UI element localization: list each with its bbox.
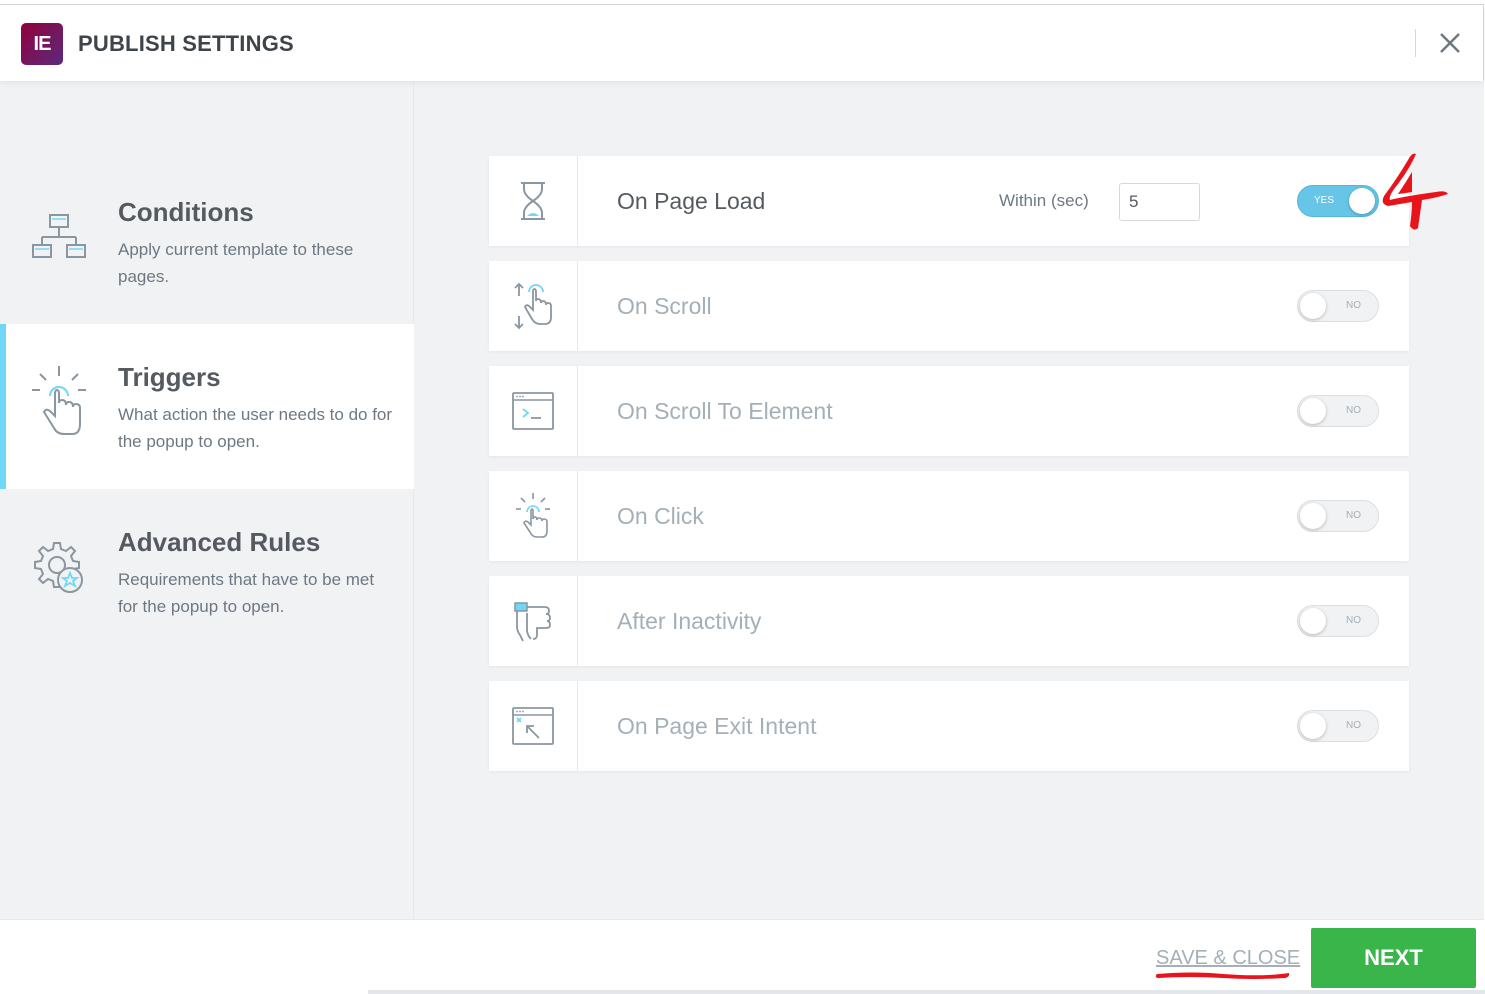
sidebar-item-description: Apply current template to these pages. xyxy=(118,240,354,286)
tap-hand-icon xyxy=(32,366,86,435)
toggle-knob xyxy=(1349,188,1375,214)
toggle-state-label: YES xyxy=(1314,195,1335,206)
toggle-state-label: NO xyxy=(1346,615,1361,626)
trigger-icon-box xyxy=(489,261,578,351)
trigger-row-on-page-load: On Page Load Within (sec) YES xyxy=(489,156,1409,246)
triggers-panel: On Page Load Within (sec) YES On Scr xyxy=(414,81,1484,919)
trigger-toggle-on-page-load[interactable]: YES xyxy=(1297,185,1379,217)
sidebar-item-advanced-rules[interactable]: Advanced Rules Requirements that have to… xyxy=(0,489,414,654)
toggle-state-label: NO xyxy=(1346,300,1361,311)
next-button[interactable]: NEXT xyxy=(1311,928,1476,988)
annotation-underline-mark xyxy=(1155,972,1290,979)
toggle-state-label: NO xyxy=(1346,720,1361,731)
trigger-icon-box xyxy=(489,681,578,771)
sidebar-item-title: Advanced Rules xyxy=(118,527,321,557)
sidebar-item-conditions[interactable]: Conditions Apply current template to the… xyxy=(0,159,414,324)
idle-hand-icon xyxy=(514,602,551,642)
within-seconds-input[interactable] xyxy=(1119,183,1200,221)
toggle-knob xyxy=(1300,293,1326,319)
logo-glyph: IE xyxy=(33,32,52,55)
sidebar-item-title: Conditions xyxy=(118,197,254,227)
trigger-row-on-click: On Click NO xyxy=(489,471,1409,561)
gear-star-icon xyxy=(34,542,83,593)
trigger-row-after-inactivity: After Inactivity NO xyxy=(489,576,1409,666)
trigger-icon-box xyxy=(489,576,578,666)
trigger-toggle-on-page-exit-intent[interactable]: NO xyxy=(1297,710,1379,742)
publish-settings-modal: IE PUBLISH SETTINGS Conditions Apply cur… xyxy=(0,4,1484,993)
trigger-icon-box xyxy=(489,366,578,456)
annotation-number-mark xyxy=(1382,153,1448,230)
trigger-row-on-page-exit-intent: On Page Exit Intent NO xyxy=(489,681,1409,771)
trigger-row-on-scroll: On Scroll NO xyxy=(489,261,1409,351)
toggle-state-label: NO xyxy=(1346,405,1361,416)
active-indicator xyxy=(0,324,6,489)
sidebar-item-title: Triggers xyxy=(118,362,221,392)
trigger-toggle-after-inactivity[interactable]: NO xyxy=(1297,605,1379,637)
trigger-label: On Scroll xyxy=(617,293,712,319)
sidebar-item-description: What action the user needs to do for the… xyxy=(118,405,393,451)
click-hand-icon xyxy=(516,493,550,538)
trigger-toggle-on-scroll-to-element[interactable]: NO xyxy=(1297,395,1379,427)
scroll-hand-icon xyxy=(514,282,552,330)
close-icon xyxy=(1440,33,1460,53)
terminal-window-icon xyxy=(512,392,554,430)
trigger-label: On Scroll To Element xyxy=(617,398,833,424)
trigger-label: On Page Exit Intent xyxy=(617,713,817,739)
window-bottom-edge xyxy=(368,990,1485,994)
exit-window-icon xyxy=(512,707,554,745)
modal-title: PUBLISH SETTINGS xyxy=(78,31,294,56)
trigger-label: After Inactivity xyxy=(617,608,762,634)
modal-footer: SAVE & CLOSE NEXT xyxy=(0,919,1484,993)
sidebar-item-triggers[interactable]: Triggers What action the user needs to d… xyxy=(0,324,414,489)
toggle-knob xyxy=(1300,713,1326,739)
toggle-state-label: NO xyxy=(1346,510,1361,521)
elementor-logo-icon: IE xyxy=(21,23,63,65)
hourglass-icon xyxy=(521,182,545,220)
within-seconds-label: Within (sec) xyxy=(999,191,1089,210)
sitemap-icon xyxy=(32,214,86,258)
trigger-label: On Click xyxy=(617,503,704,529)
toggle-knob xyxy=(1300,398,1326,424)
modal-header: IE PUBLISH SETTINGS xyxy=(0,5,1483,81)
trigger-toggle-on-click[interactable]: NO xyxy=(1297,500,1379,532)
sidebar-item-description: Requirements that have to be met for the… xyxy=(118,570,375,616)
trigger-row-on-scroll-to-element: On Scroll To Element NO xyxy=(489,366,1409,456)
trigger-toggle-on-scroll[interactable]: NO xyxy=(1297,290,1379,322)
trigger-icon-box xyxy=(489,471,578,561)
trigger-icon-box xyxy=(489,156,578,246)
toggle-knob xyxy=(1300,503,1326,529)
trigger-label: On Page Load xyxy=(617,188,766,214)
settings-sidebar: Conditions Apply current template to the… xyxy=(0,81,414,919)
close-button[interactable] xyxy=(1436,29,1464,57)
toggle-knob xyxy=(1300,608,1326,634)
header-divider xyxy=(1415,29,1416,57)
